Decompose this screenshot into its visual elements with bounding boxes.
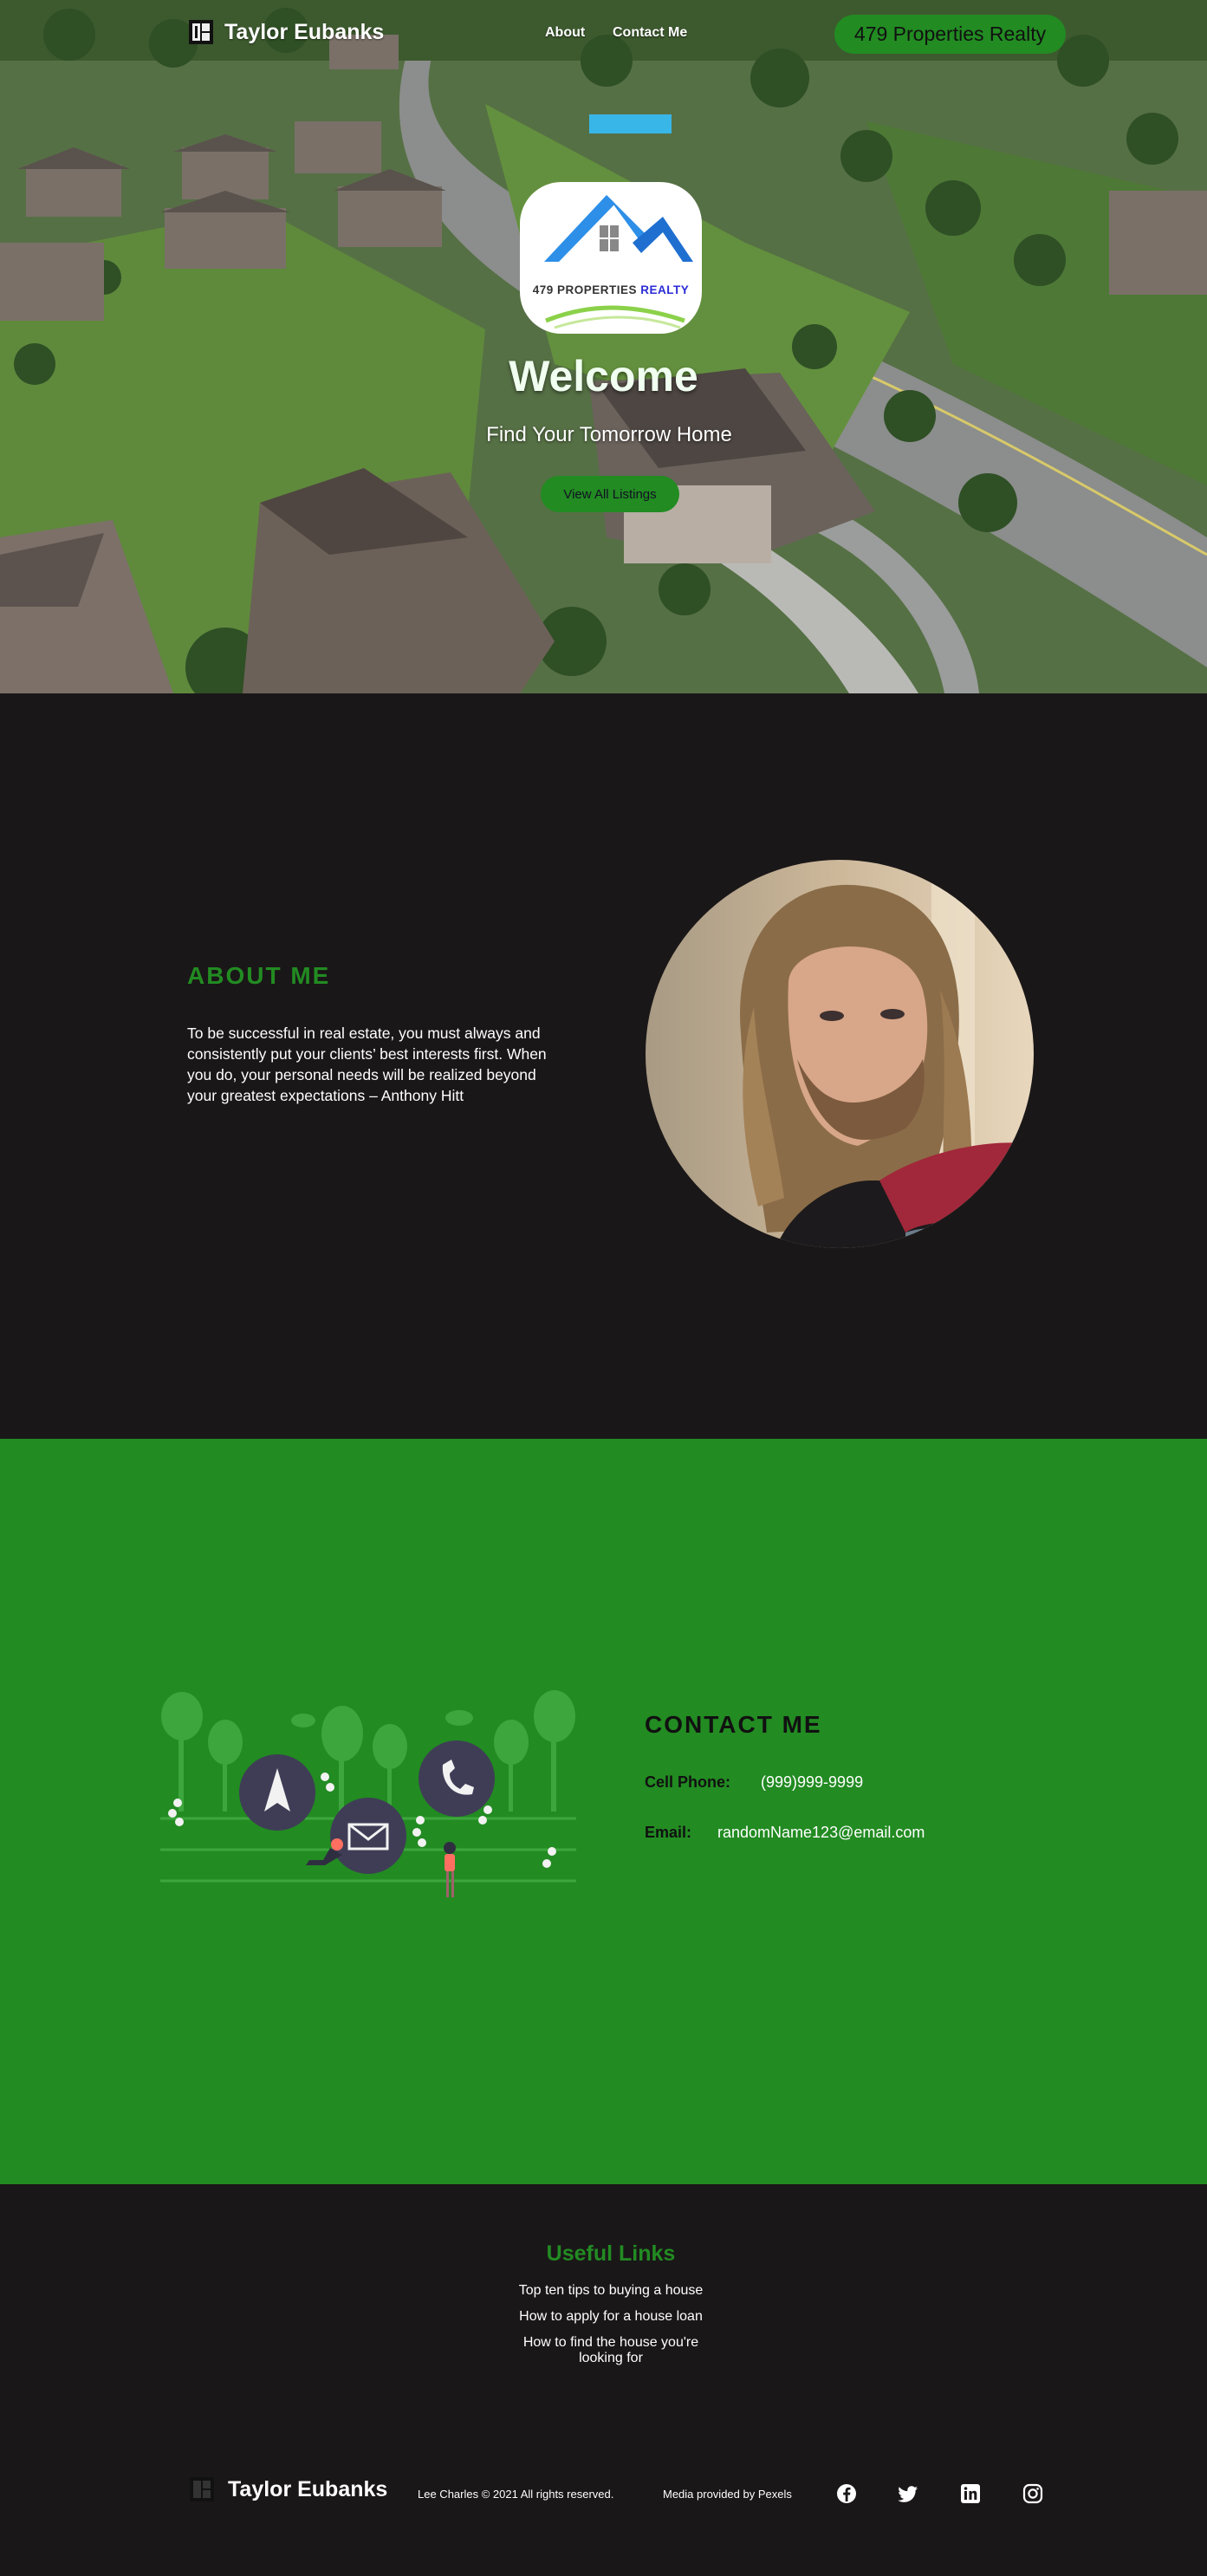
nav-link-about[interactable]: About xyxy=(545,25,585,41)
logo-text: 479 PROPERTIES xyxy=(532,283,638,296)
realty-logo: 479 PROPERTIES REALTY xyxy=(520,182,702,334)
top-navigation: Taylor Eubanks About Contact Me 479 Prop… xyxy=(0,0,1207,69)
hero-neighborhood-photo xyxy=(0,0,1207,693)
brand-name: Taylor Eubanks xyxy=(224,19,385,44)
link-find-house-cont[interactable]: looking for xyxy=(0,2351,1207,2366)
view-listings-button[interactable]: View All Listings xyxy=(541,476,679,512)
brand[interactable]: Taylor Eubanks xyxy=(188,19,384,45)
email-label: Email: xyxy=(645,1824,692,1841)
hero-tagline: Find Your Tomorrow Home xyxy=(486,423,732,446)
instagram-icon[interactable] xyxy=(1022,2482,1044,2505)
contact-section: CONTACT ME Cell Phone: (999)999-9999 Ema… xyxy=(0,1439,1207,2184)
brand-logo-icon xyxy=(189,20,213,44)
house-logo-icon xyxy=(544,195,693,329)
hero-section: Taylor Eubanks About Contact Me 479 Prop… xyxy=(0,0,1207,693)
footer-brand-name: Taylor Eubanks xyxy=(228,2476,388,2501)
realty-button[interactable]: 479 Properties Realty xyxy=(834,15,1066,54)
logo-text-accent: REALTY xyxy=(640,283,690,296)
media-credit: Media provided by Pexels xyxy=(663,2488,792,2501)
facebook-icon[interactable] xyxy=(835,2482,858,2505)
email-value[interactable]: randomName123@email.com xyxy=(717,1824,925,1842)
footer-brand[interactable]: Taylor Eubanks xyxy=(189,2476,387,2502)
phone-value[interactable]: (999)999-9999 xyxy=(761,1773,863,1792)
profile-photo xyxy=(646,860,1034,1248)
nav-link-contact[interactable]: Contact Me xyxy=(613,25,687,41)
contact-illustration xyxy=(160,1690,576,1897)
hero-title: Welcome xyxy=(509,352,698,400)
about-heading: ABOUT ME xyxy=(187,962,331,989)
link-find-house[interactable]: How to find the house you're xyxy=(0,2335,1207,2351)
link-house-loan[interactable]: How to apply for a house loan xyxy=(0,2309,1207,2325)
phone-label: Cell Phone: xyxy=(645,1773,731,1791)
useful-links-heading: Useful Links xyxy=(546,2241,676,2266)
copyright-text: Lee Charles © 2021 All rights reserved. xyxy=(418,2488,614,2501)
linkedin-icon[interactable] xyxy=(959,2482,982,2505)
link-buying-tips[interactable]: Top ten tips to buying a house xyxy=(0,2283,1207,2299)
about-text: To be successful in real estate, you mus… xyxy=(187,1025,547,1104)
footer: Useful Links Top ten tips to buying a ho… xyxy=(0,2184,1207,2576)
about-section: ABOUT ME To be successful in real estate… xyxy=(0,693,1207,1439)
portrait-image xyxy=(646,860,1034,1248)
twitter-icon[interactable] xyxy=(897,2482,919,2505)
footer-logo-icon xyxy=(190,2477,214,2501)
contact-heading: CONTACT ME xyxy=(645,1711,822,1738)
